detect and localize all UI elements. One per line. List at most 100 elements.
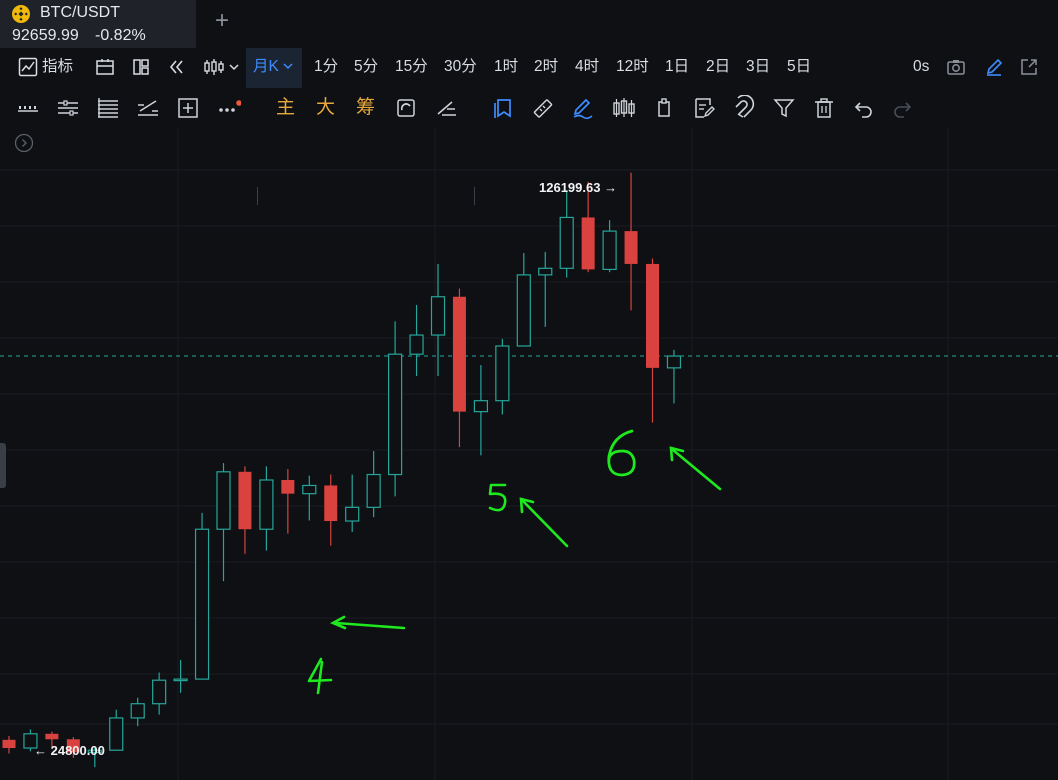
- magnet-button[interactable]: [731, 94, 757, 121]
- ruler-icon: [533, 99, 553, 118]
- candle: [538, 251, 553, 327]
- redo-button[interactable]: [890, 95, 916, 121]
- parallel-lines-button[interactable]: [55, 95, 81, 121]
- candle: [452, 288, 466, 448]
- annotation-arrow-6: [671, 448, 722, 491]
- chevron-down-icon: [229, 64, 239, 71]
- indicators-button[interactable]: 指标: [18, 48, 80, 88]
- indicators-label: 指标: [42, 58, 74, 75]
- candle-body: [345, 506, 360, 522]
- candle-body: [216, 471, 231, 530]
- countdown-timer[interactable]: 0s: [913, 48, 929, 88]
- text-button[interactable]: [691, 95, 717, 121]
- copy-icon: [494, 99, 511, 118]
- popout-button[interactable]: [1019, 48, 1039, 88]
- interval-4h[interactable]: 4时: [575, 48, 599, 88]
- interval-30m[interactable]: 30分: [444, 48, 477, 88]
- symbol-tab[interactable]: BTC/USDT 92659.99 -0.82%: [0, 0, 196, 48]
- candle-body: [473, 400, 488, 413]
- candles-button[interactable]: [611, 95, 637, 121]
- chips-button[interactable]: 筹: [356, 94, 375, 122]
- screenshot-button[interactable]: [946, 48, 966, 88]
- rewind-button[interactable]: [167, 48, 187, 88]
- interval-1h[interactable]: 1时: [494, 48, 518, 88]
- candle-body: [602, 230, 617, 271]
- candle: [216, 463, 231, 582]
- candle-body: [495, 345, 510, 402]
- candle-body: [538, 267, 553, 276]
- candle-body: [238, 471, 252, 530]
- interval-15m[interactable]: 15分: [395, 48, 428, 88]
- candle: [2, 735, 16, 754]
- candle-body: [646, 263, 659, 368]
- interval-5m[interactable]: 5分: [354, 48, 378, 88]
- sync-button[interactable]: [393, 95, 419, 121]
- side-panel-handle[interactable]: [0, 443, 6, 488]
- text-icon: [695, 98, 715, 118]
- calendar-icon: [96, 59, 114, 75]
- candle: [559, 190, 574, 278]
- layout-button[interactable]: [131, 48, 151, 88]
- candle: [130, 697, 145, 727]
- candles-icon: [613, 98, 635, 117]
- annotation-number-6: [607, 429, 636, 477]
- calendar-button[interactable]: [95, 48, 115, 88]
- candle: [495, 338, 510, 415]
- candle: [516, 252, 531, 347]
- add-tab-button[interactable]: +: [215, 8, 229, 34]
- candle: [173, 659, 188, 693]
- copy-button[interactable]: [491, 95, 517, 121]
- horizontal-lines-button[interactable]: [15, 95, 41, 121]
- more-tools-button[interactable]: [215, 95, 242, 121]
- candle-body: [430, 296, 446, 336]
- magnet-icon: [735, 94, 755, 118]
- candle: [646, 258, 659, 423]
- big-order-button[interactable]: 大: [316, 94, 335, 122]
- pencil-icon: [986, 58, 1003, 76]
- interval-12h[interactable]: 12时: [616, 48, 649, 88]
- candle: [345, 474, 360, 532]
- measure-button[interactable]: [135, 95, 161, 121]
- interval-3d[interactable]: 3日: [746, 48, 770, 88]
- interval-1m[interactable]: 1分: [314, 48, 338, 88]
- candle: [430, 263, 446, 377]
- expand-panel-button[interactable]: [14, 133, 34, 153]
- candle: [666, 349, 682, 404]
- candle-body: [324, 485, 338, 522]
- candle-body: [194, 528, 210, 680]
- filter-button[interactable]: [771, 95, 797, 121]
- low-price-label: ← 24800.00: [34, 743, 105, 758]
- redo-icon: [894, 102, 912, 118]
- note-button[interactable]: [651, 95, 677, 121]
- popout-icon: [1021, 59, 1037, 75]
- active-interval-label: 月K: [253, 58, 279, 75]
- fib-lines-button[interactable]: [95, 95, 121, 121]
- delete-button[interactable]: [811, 95, 837, 121]
- candle: [109, 709, 124, 751]
- rewind-icon: [169, 60, 183, 74]
- camera-icon: [947, 60, 965, 75]
- candle-body: [152, 679, 167, 705]
- candle: [302, 475, 317, 521]
- chart-type-button[interactable]: [203, 48, 239, 88]
- undo-button[interactable]: [850, 95, 876, 121]
- candles: [2, 172, 682, 768]
- interval-5d[interactable]: 5日: [787, 48, 811, 88]
- ruler-button[interactable]: [530, 95, 556, 121]
- candle-body: [173, 678, 188, 682]
- interval-2h[interactable]: 2时: [534, 48, 558, 88]
- add-box-button[interactable]: [175, 95, 201, 121]
- interval-toolbar: 指标 月K 1分 5分 15分 30分 1时 2时 4时 12时 1日 2日 3…: [0, 48, 1058, 89]
- candle: [473, 365, 488, 456]
- drawing-mode-button[interactable]: [984, 48, 1004, 88]
- symbol-name: BTC/USDT: [40, 4, 120, 21]
- high-price-label: 126199.63 →: [539, 180, 618, 195]
- interval-1d[interactable]: 1日: [665, 48, 689, 88]
- candle: [324, 474, 338, 546]
- active-interval-dropdown[interactable]: 月K: [246, 48, 302, 88]
- candlestick-chart[interactable]: [0, 128, 1058, 780]
- interval-2d[interactable]: 2日: [706, 48, 730, 88]
- pencil-tool-button[interactable]: [570, 95, 596, 121]
- trend-tool-button[interactable]: [434, 95, 460, 121]
- main-indicator-button[interactable]: 主: [276, 94, 295, 122]
